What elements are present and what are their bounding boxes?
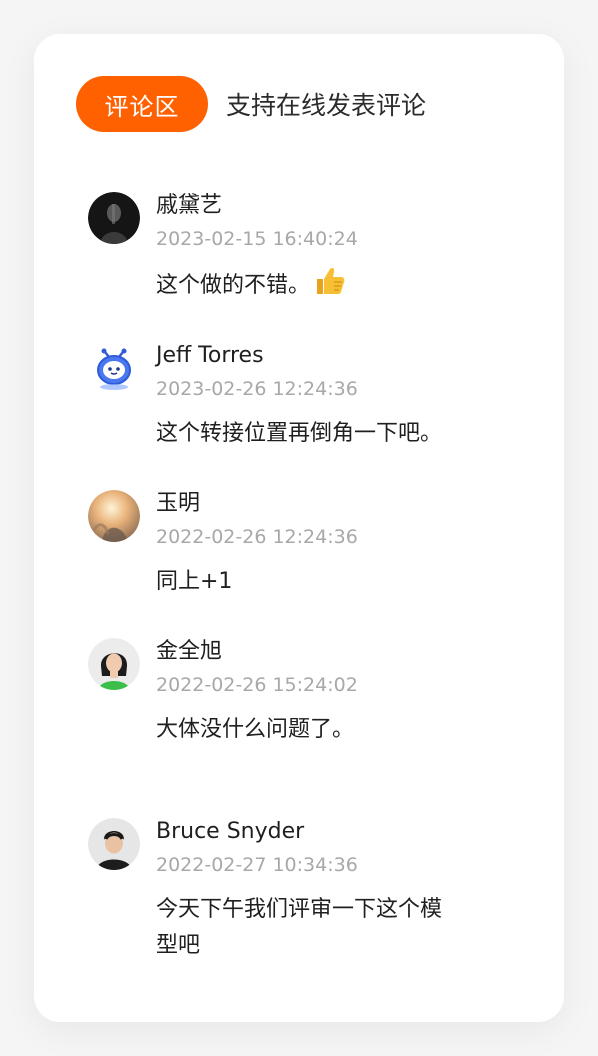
comment-header: 评论区 支持在线发表评论: [76, 76, 426, 132]
comment-section-badge[interactable]: 评论区: [76, 76, 208, 132]
comment-text: 今天下午我们评审一下这个模型吧: [156, 897, 443, 958]
comment-body: 金全旭 2022-02-26 15:24:02 大体没什么问题了。: [156, 638, 476, 748]
comment-text: 大体没什么问题了。: [156, 717, 355, 742]
comment-text-content: 这个做的不错。: [156, 273, 311, 298]
avatar[interactable]: [88, 192, 140, 244]
comment-body: 戚黛艺 2023-02-15 16:40:24 这个做的不错。: [156, 192, 476, 308]
comment-time: 2022-02-26 12:24:36: [156, 526, 358, 548]
avatar-sunset-photo-icon: [88, 490, 140, 542]
comment-author: 金全旭: [156, 639, 223, 664]
comment-author: 戚黛艺: [156, 193, 223, 218]
comment-time: 2022-02-26 15:24:02: [156, 674, 358, 696]
comment-body: Jeff Torres 2023-02-26 12:24:36 这个转接位置再倒…: [156, 342, 476, 452]
avatar-dark-portrait-icon: [88, 192, 140, 244]
comment-text: 这个做的不错。: [156, 266, 476, 308]
comment-body: Bruce Snyder 2022-02-27 10:34:36 今天下午我们评…: [156, 818, 456, 964]
avatar-robot-icon: [88, 342, 140, 394]
comment-author: Jeff Torres: [156, 343, 264, 368]
comment-body: 玉明 2022-02-26 12:24:36 同上+1: [156, 490, 476, 600]
avatar-man-portrait-icon: [88, 818, 140, 870]
avatar[interactable]: [88, 818, 140, 870]
avatar[interactable]: [88, 342, 140, 394]
avatar-woman-portrait-icon: [88, 638, 140, 690]
avatar[interactable]: [88, 638, 140, 690]
comment-text: 同上+1: [156, 569, 233, 594]
thumbs-up-icon: [314, 266, 346, 308]
avatar[interactable]: [88, 490, 140, 542]
comment-author: 玉明: [156, 491, 201, 516]
comment-card: 评论区 支持在线发表评论 戚黛艺 2023-02-15 16:40:24 这个做…: [34, 34, 564, 1022]
comment-author: Bruce Snyder: [156, 819, 305, 844]
comment-time: 2023-02-15 16:40:24: [156, 228, 358, 250]
comment-text: 这个转接位置再倒角一下吧。: [156, 421, 443, 446]
comment-time: 2023-02-26 12:24:36: [156, 378, 358, 400]
comment-time: 2022-02-27 10:34:36: [156, 854, 358, 876]
comment-section-subtitle: 支持在线发表评论: [226, 91, 427, 120]
